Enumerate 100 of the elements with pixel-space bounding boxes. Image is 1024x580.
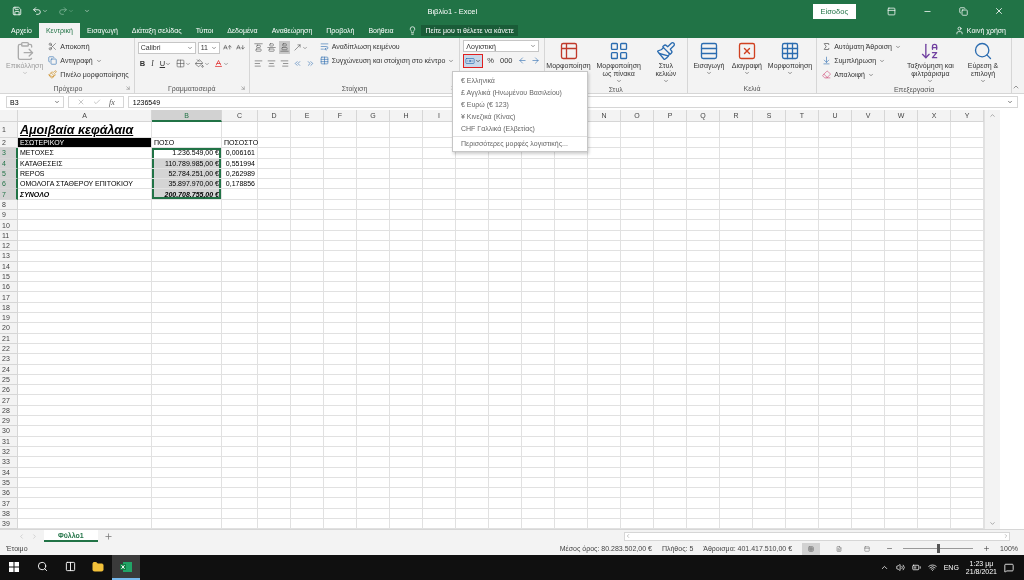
font-color-icon <box>214 59 224 68</box>
user-icon <box>954 26 964 35</box>
align-right-button[interactable] <box>278 57 290 70</box>
eraser-icon <box>822 70 832 79</box>
borders-icon <box>176 59 186 68</box>
increase-decimal-button[interactable] <box>516 54 528 67</box>
caret-icon <box>95 57 102 64</box>
caret-icon <box>530 43 537 49</box>
caret-icon <box>185 60 192 67</box>
check-icon[interactable] <box>93 98 101 106</box>
caret-icon <box>223 60 230 67</box>
caret-icon <box>42 8 48 14</box>
table-icon <box>558 41 579 61</box>
paintbrush-icon <box>48 70 58 79</box>
align-right-icon <box>279 59 289 68</box>
folder-icon <box>92 560 104 573</box>
caret-icon <box>1007 99 1013 105</box>
scroll-up-icon[interactable] <box>989 112 996 119</box>
page-icon <box>836 544 843 553</box>
caret-icon <box>615 78 622 84</box>
zoom-thumb[interactable] <box>937 544 941 554</box>
caret-icon <box>301 44 308 51</box>
align-middle-icon <box>266 43 276 52</box>
cancel-icon[interactable] <box>77 98 85 106</box>
dialog-launcher-icon[interactable] <box>239 85 246 91</box>
diagonal-arrow-icon <box>292 43 302 52</box>
search-icon <box>973 41 993 61</box>
task-view-icon <box>64 561 76 573</box>
caret-icon <box>475 57 482 64</box>
decrease-decimal-button[interactable] <box>529 54 541 67</box>
align-center-button[interactable] <box>265 57 277 70</box>
table-grid-icon <box>608 41 629 61</box>
align-left-icon <box>253 59 263 68</box>
sigma-icon <box>822 42 832 51</box>
close-icon <box>994 6 1004 16</box>
view-button[interactable] <box>802 542 821 555</box>
speaker-icon[interactable] <box>895 563 905 573</box>
orientation-button[interactable] <box>291 41 309 54</box>
paint-bucket-icon <box>195 59 205 68</box>
caret-icon <box>21 70 28 76</box>
zoom-in-icon[interactable] <box>983 545 991 553</box>
right-arrow-icon <box>530 56 540 65</box>
vertical-scrollbar[interactable] <box>984 110 1000 530</box>
left-arrow-icon <box>517 56 527 65</box>
align-middle-button[interactable] <box>265 41 277 54</box>
caret-icon <box>743 70 750 76</box>
windows-logo-icon <box>9 561 19 572</box>
scissors-icon <box>48 42 58 51</box>
scroll-left-icon[interactable] <box>625 533 631 540</box>
caret-icon <box>927 78 934 84</box>
collapse-ribbon-icon[interactable] <box>1012 83 1020 91</box>
sheet-title: Αμοιβαία κεφάλαια <box>18 122 152 138</box>
double-left-arrow-icon <box>292 59 302 68</box>
table-icon <box>319 56 329 65</box>
horizontal-scrollbar[interactable] <box>624 531 1010 541</box>
fill-color-button[interactable] <box>194 57 212 70</box>
caret-icon <box>705 70 712 76</box>
save-icon <box>12 6 22 16</box>
caret-icon <box>68 8 74 14</box>
scroll-right-icon[interactable] <box>1003 533 1009 540</box>
caret-icon <box>980 78 986 84</box>
dialog-launcher-icon[interactable] <box>124 85 131 91</box>
rows-icon <box>698 41 719 61</box>
caret-icon <box>662 78 669 84</box>
notification-icon[interactable] <box>1004 562 1014 573</box>
align-left-button[interactable] <box>252 57 264 70</box>
caret-icon <box>894 43 901 50</box>
caret-icon <box>54 99 60 105</box>
copy-icon <box>48 56 58 65</box>
paintbrush-icon <box>655 41 676 61</box>
align-center-icon <box>266 59 276 68</box>
lightbulb-icon <box>408 26 418 35</box>
caret-icon <box>186 44 193 51</box>
font-color-button[interactable] <box>213 57 231 70</box>
align-bottom-button[interactable] <box>278 41 290 54</box>
font-shrink-icon <box>235 43 245 52</box>
insert-function-button[interactable]: fx <box>109 97 115 107</box>
undo-icon <box>32 6 42 16</box>
scroll-down-icon[interactable] <box>989 520 996 528</box>
down-arrow-icon <box>822 56 832 65</box>
borders-button[interactable] <box>175 57 193 70</box>
align-bottom-icon <box>279 43 289 52</box>
caret-icon <box>448 57 455 64</box>
battery-icon[interactable] <box>911 563 921 573</box>
caret-icon <box>787 70 793 76</box>
page-break-icon <box>864 544 871 553</box>
caret-icon <box>165 60 172 67</box>
caret-icon <box>204 60 211 67</box>
square-x-icon <box>736 41 757 61</box>
accounting-format-button[interactable] <box>463 53 484 68</box>
grid-icon <box>808 544 815 553</box>
search-icon <box>36 561 48 573</box>
font-grow-icon <box>222 43 232 52</box>
spreadsheet-app-icon <box>120 560 132 573</box>
wifi-icon[interactable] <box>927 563 937 573</box>
ribbon-options-icon <box>886 6 896 16</box>
double-right-arrow-icon <box>305 59 315 68</box>
align-top-button[interactable] <box>252 41 264 54</box>
add-sheet-icon[interactable] <box>103 531 113 541</box>
grid-icon <box>780 41 800 61</box>
